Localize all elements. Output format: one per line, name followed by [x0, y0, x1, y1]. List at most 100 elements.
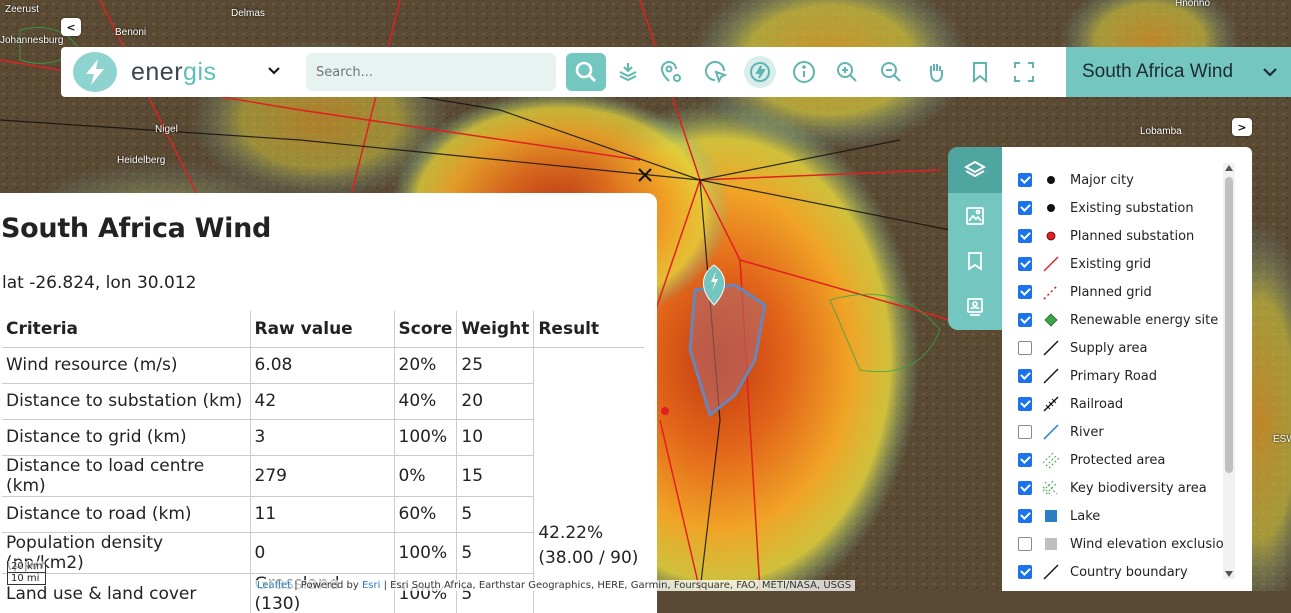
place-label: ESW — [1273, 434, 1291, 445]
leaflet-link[interactable]: Leaflet — [257, 580, 291, 591]
result-detail: (38.00 / 90) — [538, 547, 639, 568]
legend-item[interactable]: Existing grid — [1018, 250, 1232, 278]
legend-item[interactable]: Major city — [1018, 166, 1232, 194]
info-button[interactable] — [788, 56, 820, 88]
legend-checkbox[interactable] — [1018, 453, 1032, 467]
legend-checkbox[interactable] — [1018, 229, 1032, 243]
rail-line-icon — [1040, 395, 1062, 413]
scroll-up-icon[interactable] — [1225, 165, 1233, 171]
search-button[interactable] — [566, 53, 606, 91]
legend-item[interactable]: Country boundary — [1018, 558, 1232, 586]
legend-label: Lake — [1070, 508, 1101, 524]
tab-bookmarks[interactable] — [948, 239, 1002, 285]
energy-mode-button[interactable] — [744, 56, 776, 88]
chevron-down-icon[interactable] — [266, 62, 282, 78]
legend-item[interactable]: Renewable energy site — [1018, 306, 1232, 334]
legend-checkbox[interactable] — [1018, 285, 1032, 299]
logo-text: energis — [131, 57, 217, 86]
fullscreen-button[interactable] — [1008, 56, 1040, 88]
criteria-cell: Wind resource (m/s) — [2, 347, 250, 384]
legend-checkbox[interactable] — [1018, 425, 1032, 439]
weight-cell: 5 — [456, 496, 534, 533]
raw-value-cell: 279 — [249, 455, 394, 497]
zoom-out-button[interactable] — [875, 56, 907, 88]
collapse-right-button[interactable]: > — [1232, 118, 1252, 136]
legend-item[interactable]: Primary Road — [1018, 362, 1232, 390]
weight-cell: 15 — [456, 455, 534, 497]
legend-label: Key biodiversity area — [1070, 480, 1207, 496]
place-label: Lobamba — [1140, 126, 1182, 137]
select-area-button[interactable] — [700, 56, 732, 88]
score-cell: 40% — [393, 383, 457, 420]
site-info-panel: South Africa Wind lat -26.824, lon 30.01… — [0, 193, 657, 613]
legend-checkbox[interactable] — [1018, 481, 1032, 495]
legend-item[interactable]: River — [1018, 418, 1232, 446]
legend-checkbox[interactable] — [1018, 565, 1032, 579]
legend-label: Planned substation — [1070, 228, 1195, 244]
legend-label: Existing grid — [1070, 256, 1152, 272]
legend-item[interactable]: Wind elevation exclusion — [1018, 530, 1232, 558]
search-input[interactable] — [306, 53, 556, 91]
legend-checkbox[interactable] — [1018, 313, 1032, 327]
legend-checkbox[interactable] — [1018, 397, 1032, 411]
pan-button[interactable] — [920, 56, 952, 88]
table-row: Wind resource (m/s) 6.08 20% 25 42.22% (… — [2, 347, 644, 613]
legend-label: River — [1070, 424, 1104, 440]
place-label: Heidelberg — [117, 155, 166, 166]
black-dot-icon — [1040, 199, 1062, 217]
project-select[interactable]: South Africa Wind — [1066, 47, 1291, 97]
legend-item[interactable]: Existing substation — [1018, 194, 1232, 222]
info-icon — [793, 61, 815, 83]
column-header: Weight — [456, 311, 534, 348]
bookmark-button[interactable] — [964, 56, 996, 88]
esri-link[interactable]: Esri — [362, 580, 380, 591]
legend-item[interactable]: Railroad — [1018, 390, 1232, 418]
info-title: South Africa Wind — [1, 213, 272, 244]
raw-value-cell: 42 — [249, 383, 394, 420]
legend-checkbox[interactable] — [1018, 537, 1032, 551]
legend-checkbox[interactable] — [1018, 173, 1032, 187]
legend-item[interactable]: Protected area — [1018, 446, 1232, 474]
legend-label: Planned grid — [1070, 284, 1152, 300]
legend-item[interactable]: Key biodiversity area — [1018, 474, 1232, 502]
legend-scrollbar[interactable] — [1223, 163, 1235, 579]
green-cross-hatch-icon — [1040, 479, 1062, 497]
scale-mi: 10 mi — [7, 573, 47, 585]
legend-checkbox[interactable] — [1018, 509, 1032, 523]
legend-checkbox[interactable] — [1018, 341, 1032, 355]
legend-label: Protected area — [1070, 452, 1166, 468]
app-logo[interactable]: energis — [73, 52, 269, 92]
score-cell: 60% — [393, 496, 457, 533]
tab-basemap[interactable] — [948, 193, 1002, 239]
score-cell: 0% — [393, 455, 457, 497]
legend-item[interactable]: Supply area — [1018, 334, 1232, 362]
search-icon — [575, 61, 596, 82]
table-header-row: Criteria Raw value Score Weight Result — [2, 311, 644, 348]
map-scale: 20 km 10 mi — [7, 561, 47, 585]
legend-item[interactable]: Planned grid — [1018, 278, 1232, 306]
layer-legend: Major city Existing substation Planned sub… — [1002, 147, 1252, 591]
legend-checkbox[interactable] — [1018, 369, 1032, 383]
scroll-down-icon[interactable] — [1225, 571, 1233, 577]
tab-report[interactable] — [948, 284, 1002, 330]
tab-layers[interactable] — [948, 147, 1002, 193]
legend-checkbox[interactable] — [1018, 257, 1032, 271]
place-label: Benoni — [115, 27, 147, 38]
layers-download-button[interactable] — [612, 56, 644, 88]
place-label: Hnonho — [1175, 0, 1211, 9]
collapse-left-button[interactable]: < — [61, 18, 81, 36]
legend-checkbox[interactable] — [1018, 201, 1032, 215]
red-dot-icon — [1040, 227, 1062, 245]
gray-square-icon — [1040, 535, 1062, 553]
place-label: Nigel — [155, 124, 178, 135]
blue-line-icon — [1040, 423, 1062, 441]
score-cell: 100% — [393, 573, 457, 613]
criteria-table: Criteria Raw value Score Weight Result W… — [2, 311, 644, 613]
site-settings-button[interactable] — [655, 56, 687, 88]
place-label: Zeerust — [5, 4, 39, 15]
legend-item[interactable]: Lake — [1018, 502, 1232, 530]
zoom-in-button[interactable] — [831, 56, 863, 88]
criteria-cell: Distance to road (km) — [2, 496, 250, 533]
scroll-thumb[interactable] — [1225, 177, 1233, 473]
legend-item[interactable]: Planned substation — [1018, 222, 1232, 250]
